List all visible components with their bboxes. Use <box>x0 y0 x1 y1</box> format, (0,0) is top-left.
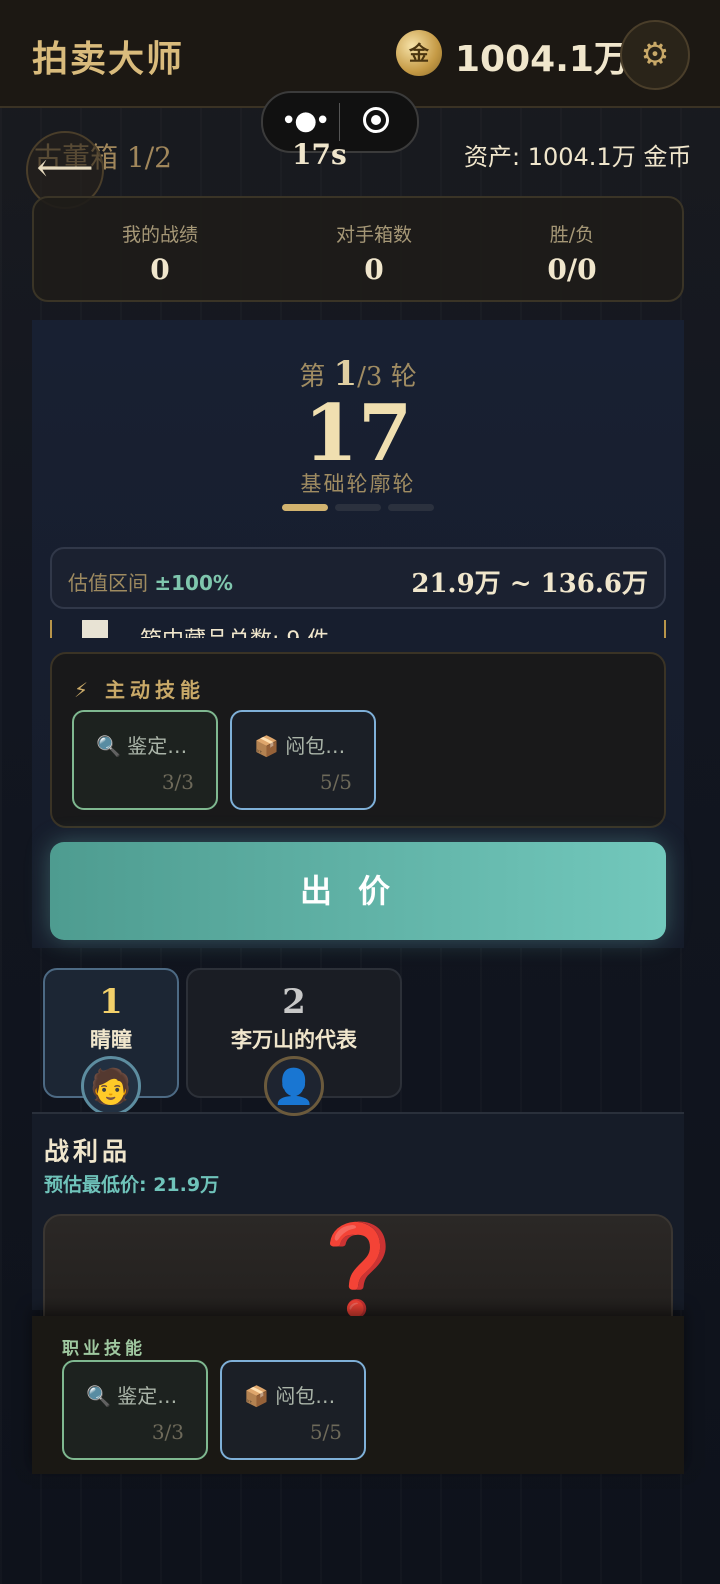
estimate-label: 估值区间 ±100% <box>68 567 233 596</box>
player-name: 李万山的代表 <box>231 1028 357 1052</box>
countdown-timer: 17s <box>292 138 347 171</box>
round-name: 基础轮廓轮 <box>300 472 416 496</box>
spoils-title: 战利品 <box>44 1137 132 1166</box>
estimate-range-bar: 估值区间 ±100% 21.9万 ~ 136.6万 <box>50 547 666 609</box>
stat-value: 0 <box>150 253 170 286</box>
rival-avatar-icon: 👤 <box>264 1056 324 1116</box>
stat-value: 0/0 <box>547 253 597 286</box>
bid-button[interactable]: 出价 <box>50 842 666 940</box>
skill-blind-box-button[interactable]: 📦 闷包… 5/5 <box>230 710 376 810</box>
stat-label: 我的战绩 <box>121 224 198 246</box>
back-arrow-icon: ⟵ <box>36 145 94 191</box>
skill-uses: 5/5 <box>319 770 352 794</box>
capsule-divider <box>339 103 340 141</box>
auction-panel: 第 1/3 轮 17 基础轮廓轮 估值区间 ±100% 21.9万 ~ 136.… <box>32 320 684 948</box>
skill-uses: 3/3 <box>151 1420 184 1444</box>
items-count-row: 箱中藏品总数: 9 件 <box>50 620 666 638</box>
stats-panel: 我的战绩 0 对手箱数 0 胜/负 0/0 <box>32 196 684 302</box>
career-skills-panel: 职业技能 🔍 鉴定… 3/3 📦 闷包… 5/5 <box>32 1316 684 1474</box>
more-icon[interactable]: •●• <box>281 103 330 139</box>
active-skills-title: ⚡ 主动技能 <box>74 678 206 702</box>
skill-uses: 3/3 <box>161 770 194 794</box>
skill-name: 🔍 鉴定… <box>86 1384 178 1408</box>
round-progress <box>282 504 434 512</box>
skill-name: 🔍 鉴定… <box>96 734 188 758</box>
estimate-range-value: 21.9万 ~ 136.6万 <box>411 569 648 599</box>
player-rank: 2 <box>282 982 306 1022</box>
round-countdown: 17 <box>303 388 413 479</box>
assets-display: 资产: 1004.1万 金币 <box>464 143 692 171</box>
round-progress-segment <box>388 504 434 511</box>
coin-balance: 1004.1万 <box>455 39 630 80</box>
career-skill-appraise-button[interactable]: 🔍 鉴定… 3/3 <box>62 1360 208 1460</box>
stat-value: 0 <box>364 253 384 286</box>
skill-uses: 5/5 <box>309 1420 342 1444</box>
player-avatar-icon: 🧑 <box>81 1056 141 1116</box>
player-name: 睛瞳 <box>90 1028 132 1052</box>
round-progress-segment <box>335 504 381 511</box>
gold-coin-icon: 金 <box>396 30 442 76</box>
clipboard-icon <box>82 620 108 638</box>
close-miniprogram-icon[interactable] <box>363 107 389 133</box>
skill-name: 📦 闷包… <box>244 1384 336 1408</box>
app-title: 拍卖大师 <box>32 38 185 80</box>
estimate-label-text: 估值区间 <box>68 571 148 595</box>
stat-label: 对手箱数 <box>335 224 412 246</box>
spoils-panel: 战利品 预估最低价: 21.9万 ❓ <box>32 1112 684 1334</box>
career-skill-blind-box-button[interactable]: 📦 闷包… 5/5 <box>220 1360 366 1460</box>
settings-button[interactable]: ⚙ <box>620 20 690 90</box>
stat-label: 胜/负 <box>549 224 595 246</box>
stat-win-loss: 胜/负 0/0 <box>472 220 672 286</box>
skill-appraise-button[interactable]: 🔍 鉴定… 3/3 <box>72 710 218 810</box>
skill-name: 📦 闷包… <box>254 734 346 758</box>
stat-my-record: 我的战绩 0 <box>60 220 260 286</box>
estimate-percent: ±100% <box>154 571 233 595</box>
player-rank: 1 <box>99 982 123 1022</box>
stat-rival-boxes: 对手箱数 0 <box>274 220 474 286</box>
active-skills-panel: ⚡ 主动技能 🔍 鉴定… 3/3 📦 闷包… 5/5 <box>50 652 666 828</box>
round-progress-segment <box>282 504 328 511</box>
items-count-text: 箱中藏品总数: 9 件 <box>140 622 329 638</box>
gear-icon: ⚙ <box>640 35 670 73</box>
question-mark-icon: ❓ <box>303 1217 413 1321</box>
spoils-min-price: 预估最低价: 21.9万 <box>44 1174 220 1196</box>
career-skills-title: 职业技能 <box>62 1339 146 1359</box>
